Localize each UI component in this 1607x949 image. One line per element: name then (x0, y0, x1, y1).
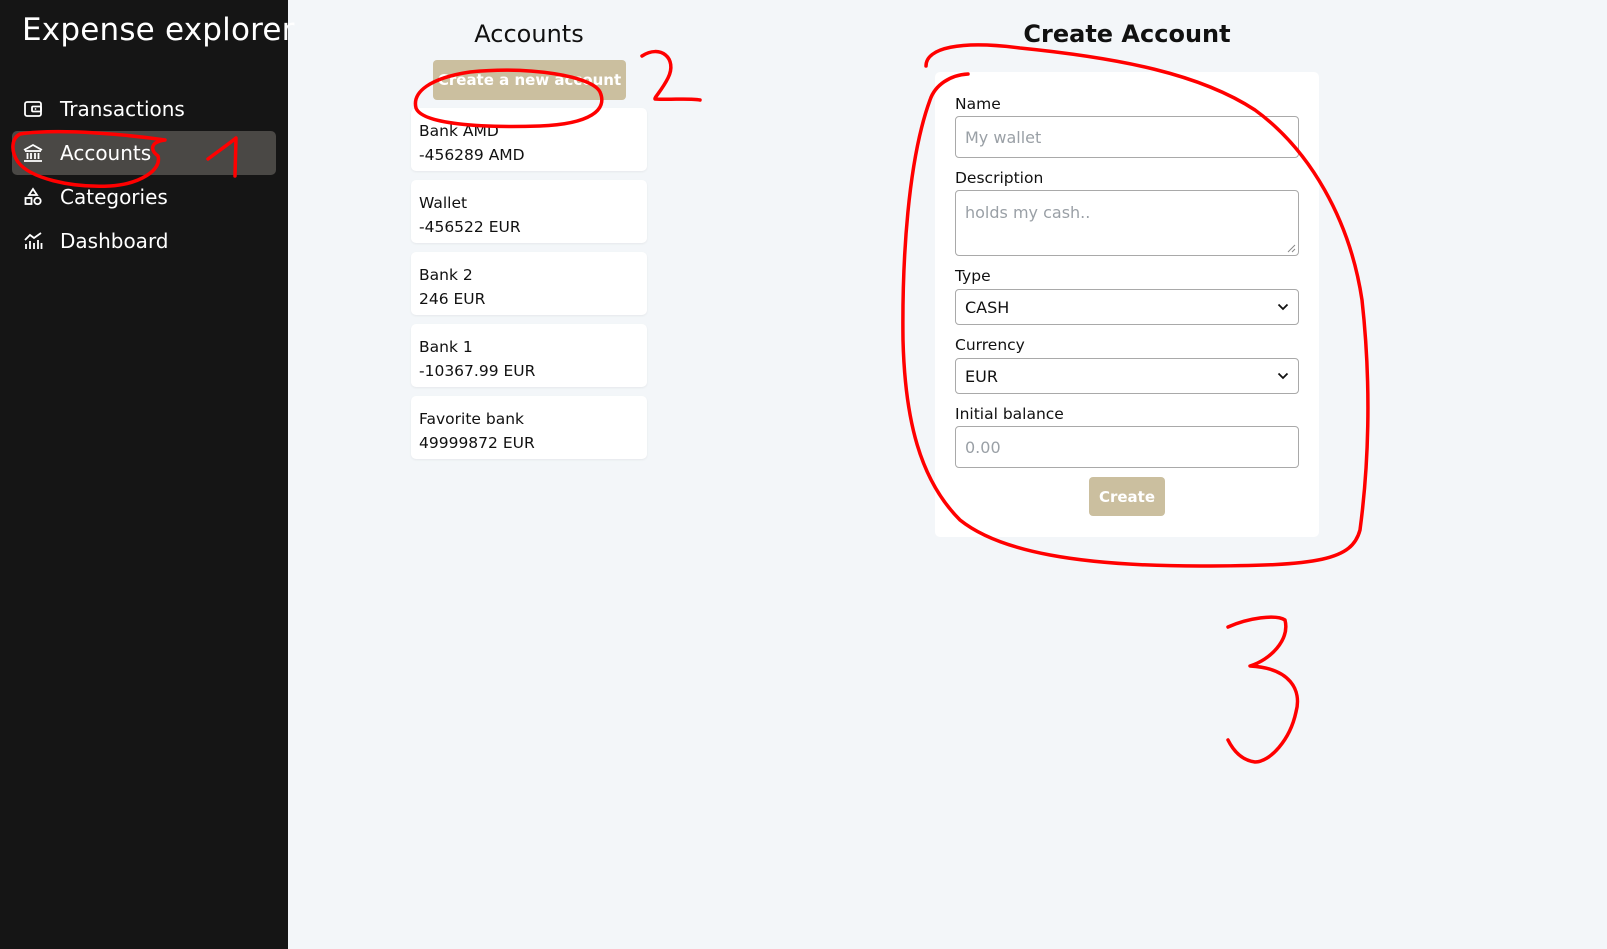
account-balance: 49999872 EUR (419, 434, 535, 452)
type-value: CASH (965, 297, 1010, 317)
account-card[interactable]: Bank 1 -10367.99 EUR (411, 324, 647, 387)
name-label: Name (955, 95, 1001, 113)
create-new-account-button[interactable]: Create a new account (433, 60, 626, 100)
account-card[interactable]: Favorite bank 49999872 EUR (411, 396, 647, 459)
account-name: Bank 1 (419, 338, 473, 356)
account-balance: 246 EUR (419, 290, 486, 308)
create-button[interactable]: Create (1089, 477, 1165, 516)
sidebar-item-dashboard[interactable]: Dashboard (12, 219, 276, 263)
chevron-down-icon (1277, 303, 1289, 311)
currency-label: Currency (955, 336, 1025, 354)
currency-select[interactable]: EUR (955, 358, 1299, 394)
annotation-number-3 (1226, 615, 1300, 764)
name-input[interactable]: My wallet (955, 116, 1299, 158)
sidebar: Expense explorer Transactions Accounts C… (0, 0, 294, 949)
sidebar-item-categories[interactable]: Categories (12, 175, 276, 219)
name-placeholder: My wallet (965, 127, 1042, 147)
initial-balance-input[interactable]: 0.00 (955, 426, 1299, 468)
sidebar-item-label: Accounts (60, 141, 152, 165)
chevron-down-icon (1277, 372, 1289, 380)
account-name: Favorite bank (419, 410, 525, 428)
accounts-title: Accounts (474, 20, 584, 48)
account-card[interactable]: Wallet -456522 EUR (411, 180, 647, 243)
currency-value: EUR (965, 366, 998, 386)
bank-icon (22, 142, 44, 164)
sidebar-item-label: Dashboard (60, 229, 169, 253)
account-name: Bank AMD (419, 122, 499, 140)
app-title: Expense explorer (22, 12, 295, 48)
account-name: Wallet (419, 194, 468, 212)
sidebar-item-label: Transactions (60, 97, 185, 121)
sidebar-item-label: Categories (60, 185, 168, 209)
shapes-icon (22, 186, 44, 208)
account-balance: -456522 EUR (419, 218, 521, 236)
create-account-title: Create Account (1023, 20, 1231, 48)
account-card[interactable]: Bank 2 246 EUR (411, 252, 647, 315)
wallet-icon (22, 98, 44, 120)
account-name: Bank 2 (419, 266, 473, 284)
sidebar-item-accounts[interactable]: Accounts (12, 131, 276, 175)
resize-grip-icon[interactable] (1287, 244, 1296, 253)
type-label: Type (955, 267, 991, 285)
description-placeholder: holds my cash.. (965, 203, 1091, 222)
sidebar-item-transactions[interactable]: Transactions (12, 87, 276, 131)
chart-icon (22, 230, 44, 252)
type-select[interactable]: CASH (955, 289, 1299, 325)
initial-balance-placeholder: 0.00 (965, 437, 1001, 457)
description-label: Description (955, 169, 1044, 187)
annotation-number-2 (640, 49, 702, 102)
account-balance: -456289 AMD (419, 146, 525, 164)
initial-balance-label: Initial balance (955, 405, 1064, 423)
account-balance: -10367.99 EUR (419, 362, 536, 380)
description-textarea[interactable]: holds my cash.. (955, 190, 1299, 256)
account-card[interactable]: Bank AMD -456289 AMD (411, 108, 647, 171)
